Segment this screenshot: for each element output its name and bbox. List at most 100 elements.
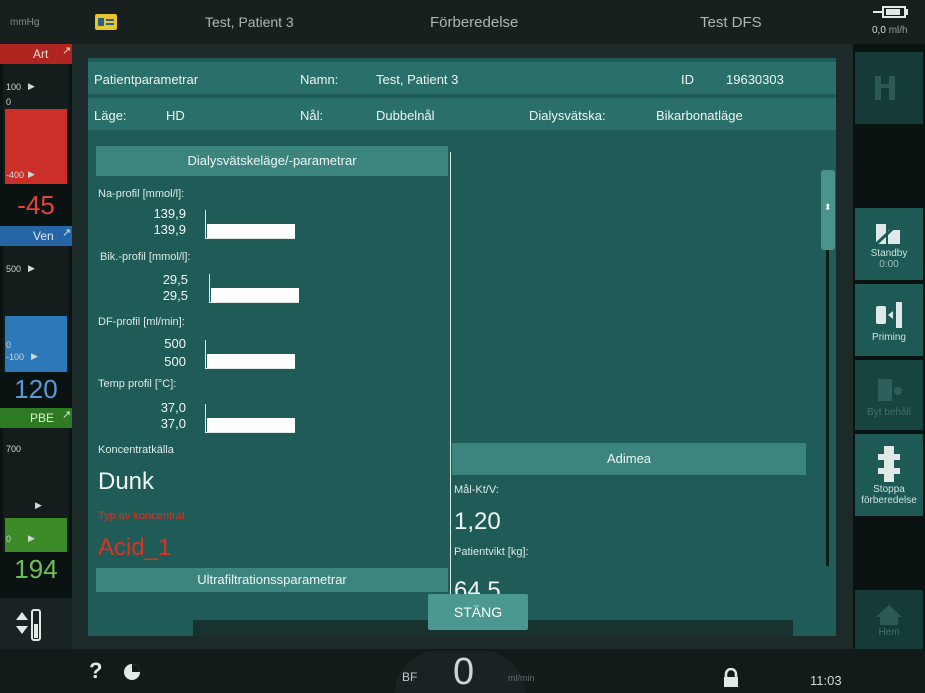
dialysate-section-title: Dialysvätskeläge/-parametrar [96, 146, 448, 176]
reinfusion-label: Byt behåll [867, 406, 911, 418]
profile-label: Temp profil [°C]: [98, 378, 177, 390]
battery-icon [873, 4, 913, 20]
ven-gauge: 500 ▶ 0 -100 ▶ [3, 246, 69, 372]
phase-title: Förberedelse [430, 13, 519, 31]
reinfusion-button[interactable]: Byt behåll [855, 360, 923, 430]
ven-header[interactable]: Ven ↗ [0, 226, 72, 246]
mode-value: HD [166, 108, 185, 123]
arrow-up-icon: ↗ [62, 45, 72, 57]
dialysate-value: Bikarbonatläge [656, 108, 743, 123]
profile-axis [205, 404, 206, 432]
patient-name: Test, Patient 3 [205, 14, 294, 30]
needle-label: Nål: [300, 108, 324, 123]
profile-value-start: 500 [164, 336, 186, 351]
profile-value-end: 139,9 [153, 222, 186, 237]
close-button[interactable]: STÄNG [428, 594, 528, 630]
ven-range-fill [5, 316, 67, 372]
ven-scale-top: 500 [6, 264, 22, 274]
help-button[interactable]: ? [89, 658, 102, 684]
profile-axis [205, 368, 295, 369]
mode-label: Läge: [94, 108, 127, 123]
stop-preparation-label: Stoppa förberedelse [861, 484, 917, 506]
pointer-icon: ▶ [28, 263, 35, 273]
priming-icon [876, 301, 902, 328]
profile-value-start: 29,5 [162, 272, 188, 287]
hemodialysis-button[interactable] [855, 52, 923, 124]
profile-bar [211, 288, 299, 302]
pointer-icon: ▶ [35, 500, 42, 510]
patient-card-icon[interactable] [95, 0, 120, 44]
scrollbar-thumb[interactable]: ⬍ [821, 170, 835, 250]
profile-value-end: 29,5 [162, 288, 188, 303]
standby-time: 0:00 [879, 259, 899, 270]
standby-button[interactable]: Standby 0:00 [855, 208, 923, 280]
id-value: 19630303 [726, 72, 784, 87]
arrow-up-icon: ↗ [62, 227, 72, 239]
ktv-label: Mål-Kt/V: [454, 484, 499, 496]
profile-label: DF-profil [ml/min]: [98, 316, 185, 328]
pointer-icon: ▶ [31, 351, 38, 361]
profile-value-end: 500 [164, 354, 186, 369]
arrow-up-icon: ↗ [62, 409, 72, 421]
pbe-scale-top: 700 [6, 444, 22, 454]
profile-value-start: 139,9 [153, 206, 186, 221]
ven-value: 120 [14, 374, 58, 404]
profile-bar [207, 354, 295, 368]
pbe-scale-zero: 0 [6, 534, 12, 544]
reinfusion-icon [878, 378, 902, 401]
pointer-icon: ▶ [28, 169, 35, 179]
pbe-header[interactable]: PBE ↗ [0, 408, 72, 428]
profile-axis [209, 302, 299, 303]
pointer-icon: ▶ [28, 81, 35, 91]
bottom-bar: ? BF 0 ml/min 11:03 [0, 649, 925, 693]
standby-icon [872, 218, 904, 248]
id-label: ID [681, 72, 694, 87]
uf-section-title: Ultrafiltrationssparametrar [96, 568, 448, 592]
profile-label: Na-profil [mmol/l]: [98, 188, 185, 200]
art-value: -45 [0, 186, 72, 224]
pbe-value: 194 [14, 554, 58, 584]
uf-rate-unit: ml/h [888, 24, 908, 36]
dialysate-label: Dialysvätska: [529, 108, 606, 123]
uf-rate: 0,0 ml/h [872, 22, 908, 38]
scroll-arrows-icon: ⬍ [824, 202, 832, 212]
art-scale-zero: 0 [6, 97, 12, 107]
lock-icon[interactable] [722, 668, 740, 688]
pbe-label: PBE [30, 411, 55, 425]
art-scale-bottom: -400 [6, 170, 25, 180]
name-value: Test, Patient 3 [376, 72, 459, 87]
priming-button[interactable]: Priming [855, 284, 923, 356]
profile-label: Bik.-profil [mmol/l]: [100, 251, 191, 263]
clock: 11:03 [810, 673, 842, 688]
ven-scale-zero: 0 [6, 340, 12, 350]
profile-value-end: 37,0 [160, 416, 186, 431]
dialog-title: Patientparametrar [94, 72, 199, 87]
home-icon [876, 604, 902, 625]
top-bar: mmHg Test, Patient 3 Förberedelse Test D… [0, 0, 925, 44]
pbe-range-fill [5, 518, 67, 552]
art-scale-top: 100 [6, 82, 22, 92]
pressure-unit: mmHg [10, 16, 40, 28]
pbe-gauge: 700 ▶ 0 ▶ [3, 428, 69, 552]
profile-axis [205, 340, 206, 368]
level-adjust-icon [16, 609, 41, 641]
home-button[interactable]: Hem [855, 590, 923, 650]
column-divider [450, 152, 451, 636]
concentrate-type-value: Acid_1 [98, 534, 172, 561]
stop-preparation-icon [878, 446, 900, 482]
uf-rate-value: 0,0 [872, 24, 886, 36]
patient-parameters-dialog: Patientparametrar Namn: Test, Patient 3 … [88, 58, 836, 636]
scrollbar-track[interactable] [826, 248, 829, 566]
stop-preparation-button[interactable]: Stoppa förberedelse [855, 434, 923, 516]
bf-unit: ml/min [508, 673, 535, 683]
concentrate-type-label: Typ av koncentrat [98, 510, 185, 522]
profile-bar [207, 224, 295, 238]
art-header[interactable]: Art ↗ [0, 44, 72, 64]
level-button[interactable] [0, 598, 72, 650]
adimea-title: Adimea [452, 443, 806, 475]
profile-axis [205, 432, 295, 433]
timer-icon[interactable] [122, 662, 142, 682]
concentrate-source-label: Koncentratkälla [98, 444, 174, 456]
profile-axis [209, 274, 210, 302]
profile-bar [207, 418, 295, 432]
